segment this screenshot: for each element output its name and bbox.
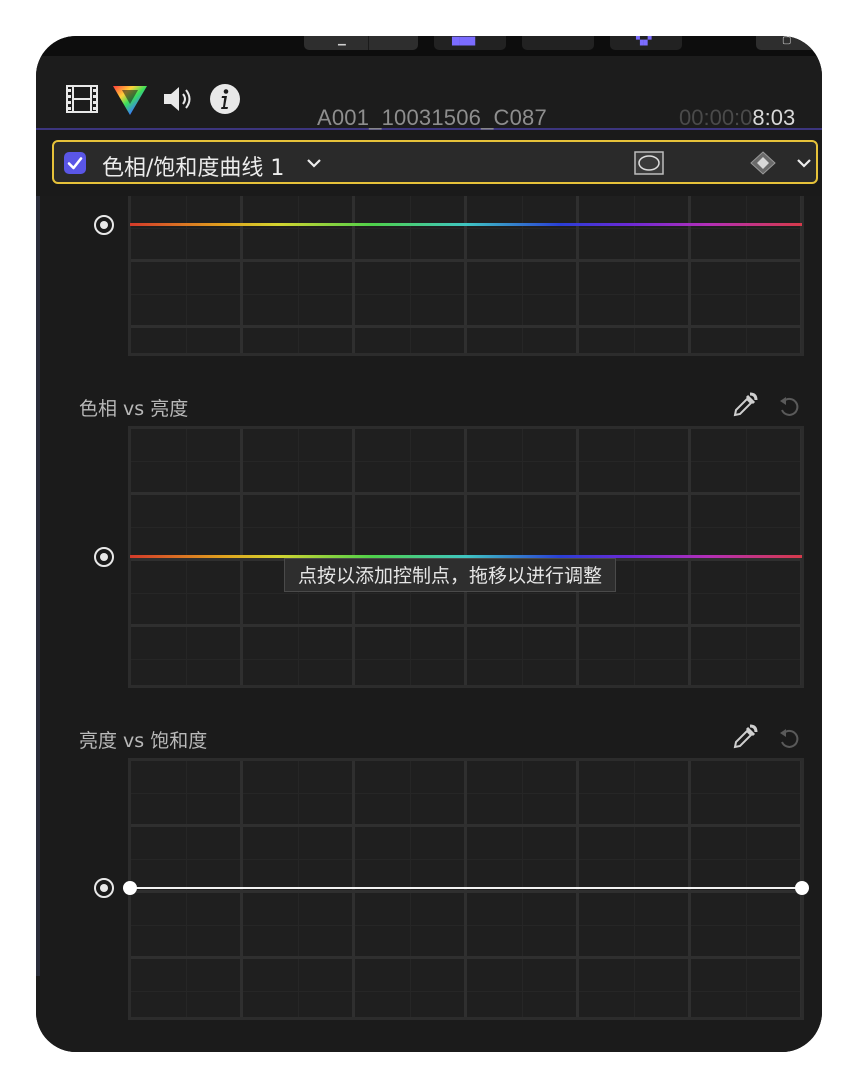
inspector-header: A001_10031506_C087 00:00:08:03 xyxy=(36,56,822,130)
effect-name-popup[interactable]: 色相/饱和度曲线 1 xyxy=(102,150,284,182)
timecode-value: 8:03 xyxy=(752,105,796,130)
eyedropper-icon[interactable] xyxy=(732,724,758,750)
control-point[interactable] xyxy=(123,881,137,895)
section-label-luma-vs-sat: 亮度 vs 饱和度 xyxy=(79,730,208,752)
section-label-hue-vs-luma: 色相 vs 亮度 xyxy=(79,398,189,420)
mask-icon[interactable] xyxy=(634,151,664,175)
timecode: 00:00:08:03 xyxy=(679,105,795,131)
tooltip: 点按以添加控制点，拖移以进行调整 xyxy=(284,558,617,592)
keyframe-icon[interactable] xyxy=(750,151,776,175)
effect-row[interactable]: 色相/饱和度曲线 1 xyxy=(52,140,818,184)
browser-toggle-button[interactable]: ▆▆▆ xyxy=(434,36,506,50)
effect-enable-checkbox[interactable] xyxy=(64,152,86,174)
target-icon[interactable] xyxy=(93,546,115,568)
share-button[interactable]: ▢ xyxy=(756,36,822,50)
target-icon[interactable] xyxy=(93,877,115,899)
checkmark-icon xyxy=(67,157,83,170)
film-icon[interactable] xyxy=(66,85,98,113)
timeline-toggle-button[interactable] xyxy=(522,36,594,50)
info-icon[interactable] xyxy=(209,83,241,115)
eyedropper-icon[interactable] xyxy=(732,392,758,418)
reset-icon[interactable] xyxy=(777,727,799,749)
audio-icon[interactable] xyxy=(162,84,194,114)
inspector-window: ▁ ▆▆▆ ▚▞ ▢ A001_10031506_C087 00:00:08:0… xyxy=(36,36,822,1052)
target-icon[interactable] xyxy=(93,214,115,236)
panel-edge xyxy=(36,196,40,976)
luma-curve-line[interactable] xyxy=(130,887,802,889)
color-inspector-icon[interactable] xyxy=(112,84,148,116)
curve-graph-1[interactable] xyxy=(128,196,804,356)
grid-icon: ▆▆▆ xyxy=(452,36,476,46)
reset-icon[interactable] xyxy=(777,395,799,417)
hue-curve-line[interactable] xyxy=(130,223,802,226)
sliders-icon: ▚▞ xyxy=(636,36,652,46)
curve-graph-luma-vs-sat[interactable] xyxy=(128,758,804,1020)
control-point[interactable] xyxy=(795,881,809,895)
toolbar-strip: ▁ ▆▆▆ ▚▞ ▢ xyxy=(36,36,822,56)
minus-icon: ▁ xyxy=(338,36,346,46)
view-toggle-button[interactable]: ▁ xyxy=(304,36,418,50)
timecode-dim: 00:00:0 xyxy=(679,105,753,130)
share-icon: ▢ xyxy=(782,36,792,46)
effect-name-label: 色相/饱和度曲线 1 xyxy=(102,156,285,181)
clip-title: A001_10031506_C087 xyxy=(317,105,547,130)
chevron-down-icon[interactable] xyxy=(306,157,322,169)
inspector-toggle-button[interactable]: ▚▞ xyxy=(610,36,682,50)
chevron-down-icon[interactable] xyxy=(796,157,812,169)
